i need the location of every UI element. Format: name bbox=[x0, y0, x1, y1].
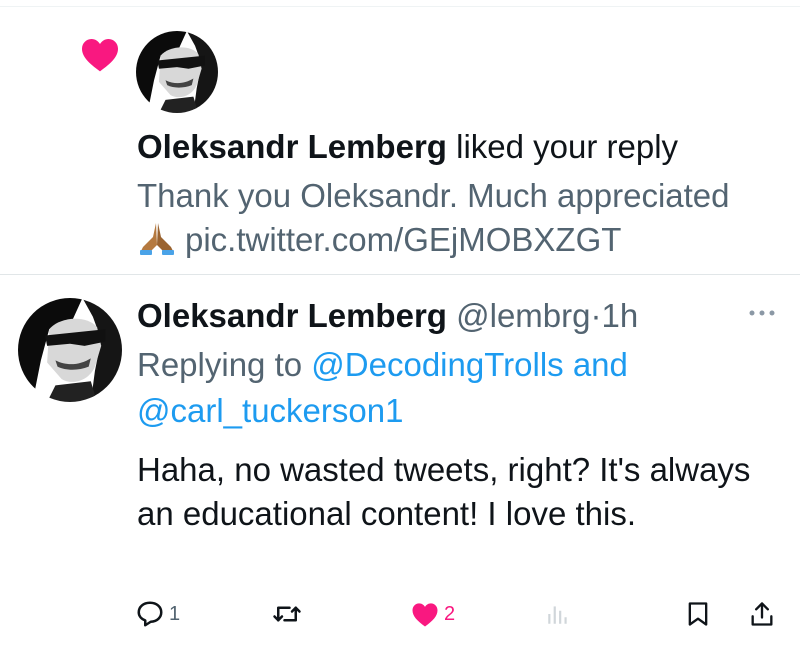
bookmark-button[interactable] bbox=[684, 596, 712, 632]
mention-link[interactable]: @carl_tuckerson1 bbox=[137, 392, 403, 429]
quoted-reply[interactable]: Thank you Oleksandr. Much appreciated pi… bbox=[137, 174, 787, 262]
avatar[interactable] bbox=[136, 31, 218, 113]
retweet-icon bbox=[273, 606, 301, 622]
like-count: 2 bbox=[444, 602, 456, 625]
separator: · bbox=[590, 297, 602, 334]
top-divider bbox=[0, 6, 800, 7]
user-name[interactable]: Oleksandr Lemberg bbox=[137, 128, 447, 165]
replying-to: Replying to @DecodingTrolls and @carl_tu… bbox=[137, 342, 757, 434]
more-icon[interactable] bbox=[740, 298, 784, 328]
share-icon bbox=[751, 602, 773, 626]
reply-count: 1 bbox=[169, 602, 181, 625]
like-button[interactable]: 2 bbox=[410, 596, 455, 632]
share-button[interactable] bbox=[748, 596, 776, 632]
quoted-text: Thank you Oleksandr. Much appreciated bbox=[137, 177, 730, 214]
tweet-header: Oleksandr Lemberg @lembrg·1h bbox=[137, 295, 638, 337]
views-button[interactable] bbox=[545, 596, 575, 632]
divider bbox=[0, 274, 800, 275]
reply-icon bbox=[137, 601, 163, 627]
avatar[interactable] bbox=[18, 298, 122, 402]
notification-text: Oleksandr Lemberg liked your reply bbox=[137, 126, 678, 168]
tweet-text: Haha, no wasted tweets, right? It's alwa… bbox=[137, 451, 751, 532]
praying-hands-emoji bbox=[137, 221, 177, 255]
user-name[interactable]: Oleksandr Lemberg bbox=[137, 297, 447, 334]
reply-joiner[interactable]: and bbox=[573, 346, 628, 383]
notification-action: liked your reply bbox=[456, 128, 679, 165]
like-icon bbox=[412, 603, 438, 627]
quoted-link[interactable]: pic.twitter.com/GEjMOBXZGT bbox=[185, 221, 621, 258]
heart-icon bbox=[80, 36, 120, 72]
retweet-button[interactable] bbox=[272, 596, 306, 632]
timestamp[interactable]: 1h bbox=[602, 297, 639, 334]
reply-button[interactable]: 1 bbox=[135, 596, 180, 632]
bookmark-icon bbox=[688, 602, 708, 626]
views-icon bbox=[548, 606, 567, 624]
replying-prefix: Replying to bbox=[137, 346, 303, 383]
user-handle[interactable]: @lembrg bbox=[456, 297, 590, 334]
mention-link[interactable]: @DecodingTrolls bbox=[311, 346, 563, 383]
